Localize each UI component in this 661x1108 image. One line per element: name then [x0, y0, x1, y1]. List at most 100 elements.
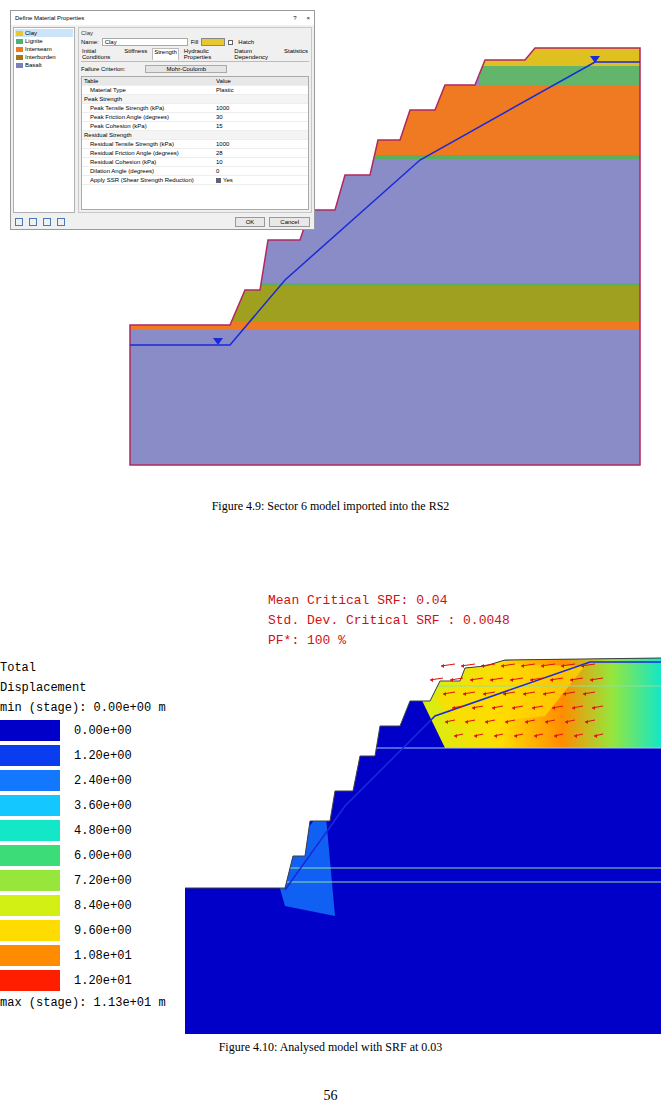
tab[interactable]: Strength	[152, 48, 179, 60]
material-dialog: Define Material Properties ? × Clay Lign…	[10, 10, 315, 230]
legend-entry: 1.08e+01	[0, 945, 176, 966]
legend-swatch	[0, 895, 60, 916]
displacement-arrow-icon	[454, 734, 463, 738]
tab[interactable]: Initial Conditions	[81, 48, 119, 60]
figure-caption: Figure 4.9: Sector 6 model imported into…	[0, 499, 661, 514]
legend-entry: 0.00e+00	[0, 720, 176, 741]
displacement-arrow-icon	[543, 692, 555, 696]
material-color	[16, 55, 23, 60]
srf-results: Mean Critical SRF: 0.04Std. Dev. Critica…	[0, 591, 661, 651]
water-table-icon	[213, 338, 223, 345]
displacement-arrow-icon	[492, 706, 503, 710]
displacement-arrow-icon	[563, 692, 575, 696]
tab[interactable]: Hydraulic Properties	[183, 48, 229, 60]
material-item[interactable]: Clay	[15, 29, 73, 37]
table-row[interactable]: Apply SSR (Shear Strength Reduction) Yes	[82, 176, 308, 185]
legend-entry: 1.20e+00	[0, 745, 176, 766]
dialog-title-bar: Define Material Properties ? ×	[11, 11, 314, 25]
tab[interactable]: Stiffness	[123, 48, 148, 60]
displacement-arrow-icon	[565, 720, 575, 724]
material-pane: Clay Name: Clay Fill Hatch Initial Condi…	[78, 27, 312, 213]
tab-bar: Initial Conditions Stiffness Strength Hydra…	[81, 48, 309, 62]
water-table-icon	[590, 56, 600, 63]
criterion-dropdown[interactable]: Mohr-Coulomb	[145, 65, 227, 73]
displacement-arrow-icon	[521, 664, 535, 668]
table-row[interactable]: Peak Cohesion (kPa) 15	[82, 122, 308, 131]
table-row[interactable]: Material Type Plastic	[82, 86, 308, 95]
table-row[interactable]: Residual Friction Angle (degrees) 28	[82, 149, 308, 158]
tab[interactable]: Datum Dependency	[233, 48, 279, 60]
hatch-label: Hatch	[238, 39, 254, 45]
material-item[interactable]: Interseam	[15, 45, 73, 53]
legend-entry: 7.20e+00	[0, 870, 176, 891]
table-section: Peak Strength	[82, 95, 308, 104]
displacement-arrow-icon	[481, 664, 495, 668]
result-line: PF*: 100 %	[268, 631, 661, 651]
material-item[interactable]: Interburden	[15, 53, 73, 61]
legend-swatch	[0, 920, 60, 941]
document-page: Define Material Properties ? × Clay Lign…	[0, 0, 661, 1108]
table-row[interactable]: Peak Tensile Strength (kPa) 1000	[82, 104, 308, 113]
displacement-legend: Total Displacement min (stage): 0.00e+00 …	[0, 656, 176, 1036]
displacement-arrow-icon	[592, 706, 603, 710]
legend-swatch	[0, 720, 60, 741]
legend-min: min (stage): 0.00e+00 m	[0, 700, 176, 716]
tab[interactable]: Statistics	[283, 48, 309, 60]
table-row[interactable]: Peak Friction Angle (degrees) 30	[82, 113, 308, 122]
dialog-title: Define Material Properties	[15, 15, 84, 21]
table-row[interactable]: Residual Tensile Strength (kPa) 1000	[82, 140, 308, 149]
displacement-arrow-icon	[574, 734, 583, 738]
displacement-arrow-icon	[470, 678, 483, 682]
legend-entry: 2.40e+00	[0, 770, 176, 791]
material-item[interactable]: Lignite	[15, 37, 73, 45]
table-header: TableValue	[82, 77, 308, 86]
displacement-arrow-icon	[572, 706, 583, 710]
legend-title: Total	[0, 660, 176, 676]
grid-icon[interactable]	[29, 218, 37, 226]
material-color	[16, 39, 23, 44]
displacement-arrow-icon	[430, 678, 443, 682]
displacement-arrow-icon	[483, 692, 495, 696]
material-item[interactable]: Basalt	[15, 61, 73, 69]
dialog-button[interactable]: OK	[235, 217, 266, 227]
legend-entry: 1.20e+01	[0, 970, 176, 991]
legend-swatch	[0, 870, 60, 891]
hatch-checkbox[interactable]	[228, 40, 233, 45]
displacement-arrow-icon	[503, 692, 515, 696]
displacement-arrow-icon	[465, 720, 475, 724]
displacement-arrow-icon	[534, 734, 543, 738]
table-row[interactable]: Residual Cohesion (kPa) 10	[82, 158, 308, 167]
displacement-arrow-icon	[561, 664, 575, 668]
legend-entry: 8.40e+00	[0, 895, 176, 916]
legend-title: Displacement	[0, 680, 176, 696]
fill-color[interactable]	[201, 38, 225, 46]
ssr-checkbox[interactable]	[216, 178, 221, 183]
displacement-arrow-icon	[452, 706, 463, 710]
dialog-button[interactable]: Cancel	[269, 217, 310, 227]
displacement-arrow-icon	[583, 692, 595, 696]
material-list: Clay Lignite Interseam Interburden Basal…	[13, 27, 75, 213]
displacement-arrow-icon	[532, 706, 543, 710]
displacement-arrow-icon	[463, 692, 475, 696]
displacement-arrow-icon	[552, 706, 563, 710]
table-row[interactable]: Dilation Angle (degrees) 0	[82, 167, 308, 176]
criterion-label: Failure Criterion:	[81, 66, 125, 72]
legend-swatch	[0, 795, 60, 816]
close-button[interactable]: ×	[306, 15, 310, 21]
legend-swatch	[0, 820, 60, 841]
material-color	[16, 63, 23, 68]
copy-icon[interactable]	[43, 218, 51, 226]
material-color	[16, 31, 23, 36]
filter-icon[interactable]	[57, 218, 65, 226]
help-button[interactable]: ?	[293, 15, 296, 21]
name-field[interactable]: Clay	[102, 38, 188, 46]
displacement-arrow-icon	[443, 692, 455, 696]
displacement-arrow-icon	[523, 692, 535, 696]
add-icon[interactable]	[15, 218, 23, 226]
material-color	[16, 47, 23, 52]
legend-entry: 9.60e+00	[0, 920, 176, 941]
displacement-arrow-icon	[472, 706, 483, 710]
displacement-arrow-icon	[474, 734, 483, 738]
name-label: Name:	[81, 39, 99, 45]
legend-swatch	[0, 770, 60, 791]
